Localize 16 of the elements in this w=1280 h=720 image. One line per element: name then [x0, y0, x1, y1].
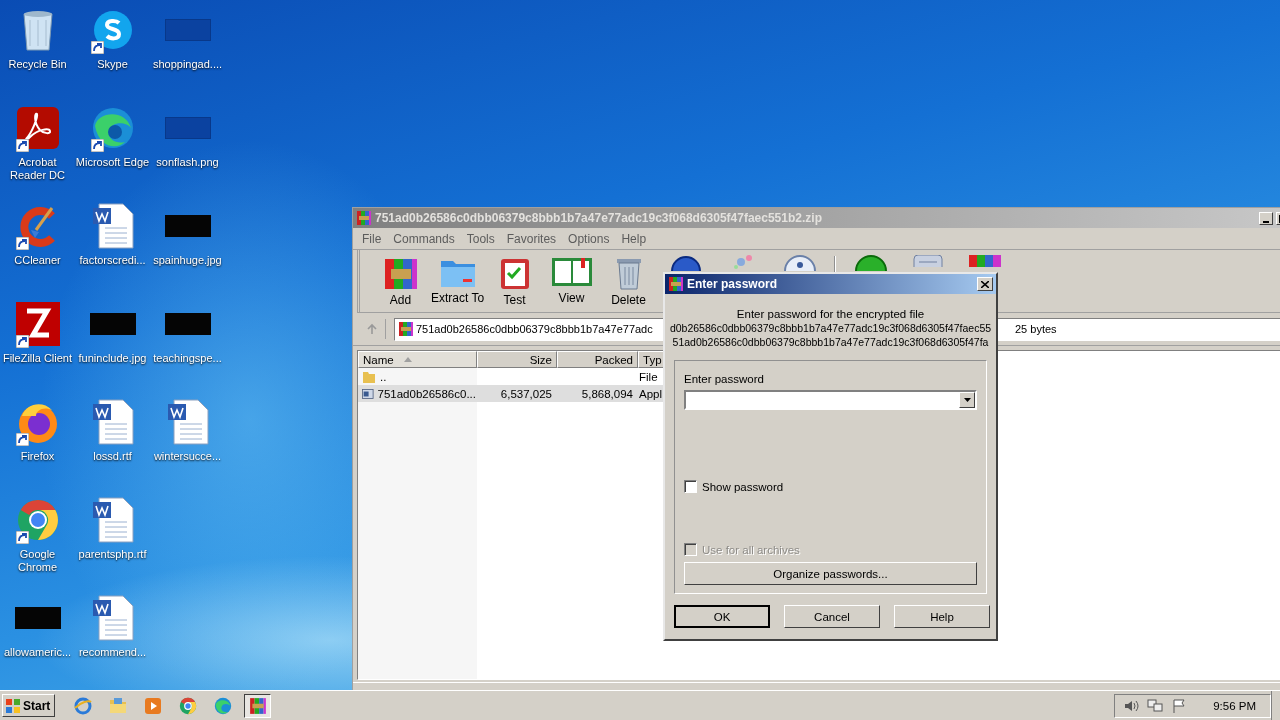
table-cell: Appl [638, 387, 664, 400]
file-name-line: 51ad0b26586c0dbb06379c8bbb1b7a47e77adc19c3f068d6305f47fa [672, 335, 989, 349]
address-text: 25 bytes [1015, 321, 1057, 337]
checkbox-label: Use for all archives [702, 543, 800, 556]
file-name: 751ad0b26586c0... [376, 387, 477, 400]
file-name-line: d0b26586c0dbb06379c8bbb1b7a47e77adc19c3f068d6305f47faec55 [669, 321, 992, 335]
address-text: 751ad0b26586c0dbb06379c8bbb1b7a47e77adc [416, 321, 653, 337]
prompt-text: Enter password for the encrypted file [736, 307, 925, 321]
file-name: .. [379, 370, 388, 383]
table-cell-text: 5,868,094 [580, 387, 634, 400]
window-title: 751ad0b26586c0dbb06379c8bbb1b7a47e77adc19c3f068d6305f47faec551b2.zip [375, 211, 823, 225]
field-label: Enter password [684, 373, 765, 385]
table-cell-text: File [638, 370, 659, 383]
checkbox-label: Show password [702, 480, 784, 493]
table-cell-text: 6,537,025 [499, 387, 553, 400]
dialog-title: Enter password [687, 277, 779, 291]
